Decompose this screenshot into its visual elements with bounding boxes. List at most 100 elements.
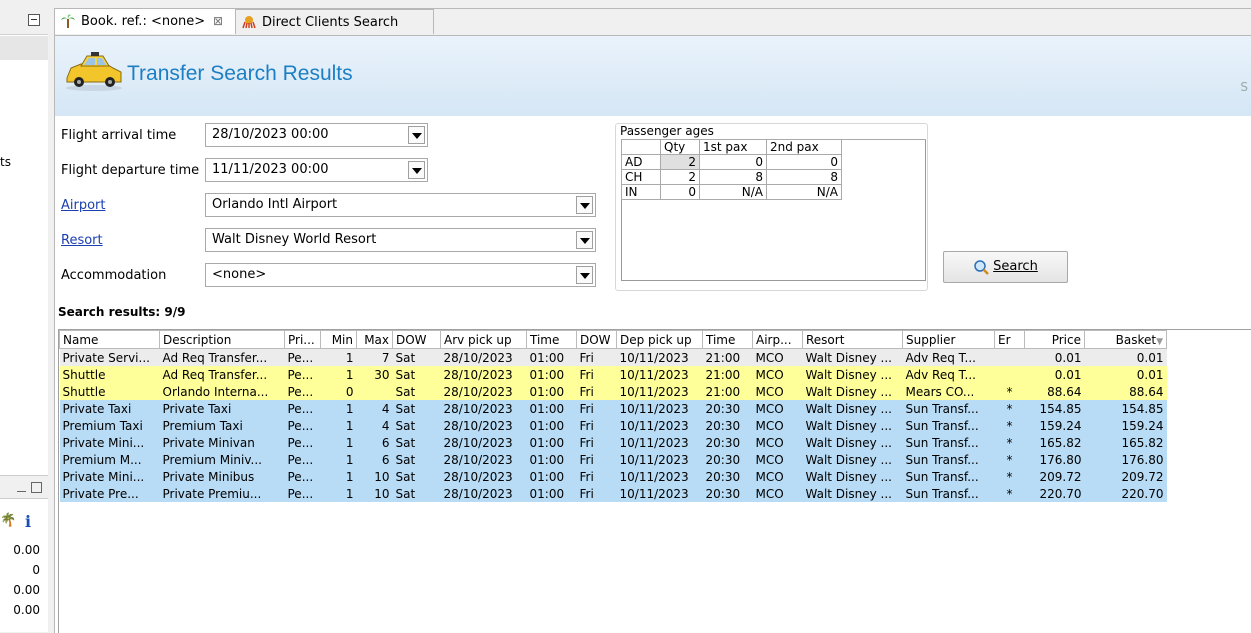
results-row[interactable]: Private Pre... Private Premiu... Pe... 1 10 S… bbox=[59, 485, 1167, 502]
results-column-header[interactable]: Arv pick up bbox=[440, 330, 527, 349]
flight-departure-label: Flight departure time bbox=[61, 163, 200, 178]
results-cell: 88.64 bbox=[1024, 383, 1085, 400]
results-cell: 88.64 bbox=[1084, 383, 1167, 400]
results-cell: Pe... bbox=[284, 348, 321, 366]
results-row[interactable]: Private Mini... Private Minibus Pe... 1 10 Sa… bbox=[59, 468, 1167, 485]
results-cell: MCO bbox=[752, 400, 803, 417]
results-row[interactable]: Premium Taxi Premium Taxi Pe... 1 4 Sat 28/10/… bbox=[59, 417, 1167, 434]
results-cell: 0.01 bbox=[1084, 348, 1167, 366]
results-column-header[interactable]: Name bbox=[59, 330, 160, 349]
results-cell: Pe... bbox=[284, 417, 321, 434]
results-cell: 01:00 bbox=[526, 348, 577, 366]
results-cell: Ad Req Transfer... bbox=[159, 366, 285, 383]
results-cell bbox=[994, 348, 1025, 366]
results-column-header[interactable]: Min bbox=[320, 330, 357, 349]
passenger-row[interactable]: AD 2 0 0 bbox=[621, 154, 927, 170]
maximize-icon[interactable] bbox=[31, 482, 42, 493]
results-cell: Walt Disney ... bbox=[802, 417, 903, 434]
left-value: 0.00 bbox=[13, 603, 40, 617]
results-cell: Pe... bbox=[284, 383, 321, 400]
left-values: 0.00 0 0.00 0.00 bbox=[13, 540, 40, 620]
passenger-age-2[interactable]: 8 bbox=[766, 169, 842, 185]
results-cell: * bbox=[994, 485, 1025, 502]
passenger-age-1[interactable]: N/A bbox=[699, 184, 767, 200]
results-cell: Fri bbox=[576, 485, 617, 502]
results-cell: 1 bbox=[320, 348, 357, 366]
results-column-header[interactable]: Basket▼ bbox=[1084, 330, 1167, 349]
resort-link[interactable]: Resort bbox=[61, 233, 103, 248]
results-cell: 10 bbox=[356, 485, 393, 502]
airport-select[interactable]: Orlando Intl Airport bbox=[205, 193, 596, 217]
results-column-header[interactable]: DOW bbox=[576, 330, 617, 349]
passenger-row[interactable]: IN 0 N/A N/A bbox=[621, 184, 927, 200]
flight-arrival-field[interactable]: 28/10/2023 00:00 bbox=[205, 123, 428, 147]
results-cell: 10/11/2023 bbox=[616, 383, 703, 400]
resort-select[interactable]: Walt Disney World Resort bbox=[205, 228, 596, 252]
passenger-row[interactable]: CH 2 8 8 bbox=[621, 169, 927, 185]
results-row[interactable]: Shuttle Ad Req Transfer... Pe... 1 30 Sat 28/1… bbox=[59, 366, 1167, 383]
results-column-header[interactable]: Er bbox=[994, 330, 1025, 349]
passenger-qty[interactable]: 2 bbox=[660, 169, 700, 185]
palm-tree-icon[interactable]: 🌴 bbox=[0, 514, 16, 528]
left-panel-selected-row[interactable] bbox=[0, 36, 48, 60]
results-cell: 6 bbox=[356, 451, 393, 468]
passenger-col-header: 2nd pax bbox=[766, 139, 842, 155]
results-cell: Sat bbox=[392, 348, 441, 366]
results-cell: 20:30 bbox=[702, 434, 753, 451]
dropdown-arrow-icon[interactable] bbox=[408, 161, 425, 179]
results-row[interactable]: Shuttle Orlando Interna... Pe... 0 Sat 28/10/… bbox=[59, 383, 1167, 400]
results-column-header[interactable]: Resort bbox=[802, 330, 903, 349]
results-cell: * bbox=[994, 383, 1025, 400]
results-cell: Private Mini... bbox=[59, 434, 160, 451]
results-row[interactable]: Private Taxi Private Taxi Pe... 1 4 Sat 28/10/… bbox=[59, 400, 1167, 417]
results-cell: Pe... bbox=[284, 400, 321, 417]
close-icon[interactable]: ⊠ bbox=[213, 9, 223, 34]
results-cell: MCO bbox=[752, 348, 803, 366]
info-icon[interactable]: i bbox=[25, 512, 31, 531]
results-cell: Fri bbox=[576, 400, 617, 417]
results-cell: 21:00 bbox=[702, 383, 753, 400]
results-cell: 10/11/2023 bbox=[616, 366, 703, 383]
dropdown-arrow-icon[interactable] bbox=[576, 231, 593, 249]
passenger-qty[interactable]: 2 bbox=[660, 154, 700, 170]
results-cell: 01:00 bbox=[526, 468, 577, 485]
results-column-header[interactable]: DOW bbox=[392, 330, 441, 349]
passenger-age-2[interactable]: N/A bbox=[766, 184, 842, 200]
results-column-header[interactable]: Time bbox=[702, 330, 753, 349]
results-cell: 209.72 bbox=[1084, 468, 1167, 485]
tab-direct-clients-search[interactable]: Direct Clients Search bbox=[236, 9, 434, 34]
results-cell: Sun Transf... bbox=[902, 451, 995, 468]
dropdown-arrow-icon[interactable] bbox=[576, 196, 593, 214]
minimize-icon[interactable] bbox=[28, 14, 40, 26]
dropdown-arrow-icon[interactable] bbox=[408, 126, 425, 144]
results-row[interactable]: Private Servi... Ad Req Transfer... Pe... 1… bbox=[59, 348, 1167, 366]
tab-booking[interactable]: Book. ref.: <none> ⊠ bbox=[55, 9, 236, 34]
passenger-age-1[interactable]: 0 bbox=[699, 154, 767, 170]
passenger-qty[interactable]: 0 bbox=[660, 184, 700, 200]
results-column-header[interactable]: Airp... bbox=[752, 330, 803, 349]
passenger-age-2[interactable]: 0 bbox=[766, 154, 842, 170]
results-row[interactable]: Private Mini... Private Minivan Pe... 1 6 Sat… bbox=[59, 434, 1167, 451]
results-column-header[interactable]: Price bbox=[1024, 330, 1085, 349]
results-cell: 10/11/2023 bbox=[616, 400, 703, 417]
results-cell: Fri bbox=[576, 451, 617, 468]
taxi-icon bbox=[66, 52, 122, 91]
results-cell: 01:00 bbox=[526, 383, 577, 400]
airport-link[interactable]: Airport bbox=[61, 198, 106, 213]
results-column-header[interactable]: Time bbox=[526, 330, 577, 349]
results-column-header[interactable]: Pri... bbox=[284, 330, 321, 349]
results-column-header[interactable]: Supplier bbox=[902, 330, 995, 349]
minimize-icon[interactable] bbox=[17, 482, 26, 492]
results-column-header[interactable]: Dep pick up bbox=[616, 330, 703, 349]
results-column-header[interactable]: Description bbox=[159, 330, 285, 349]
left-lower-toolbar bbox=[0, 475, 48, 499]
accommodation-select[interactable]: <none> bbox=[205, 263, 596, 287]
results-cell: 4 bbox=[356, 417, 393, 434]
results-column-header[interactable]: Max bbox=[356, 330, 393, 349]
flight-departure-field[interactable]: 11/11/2023 00:00 bbox=[205, 158, 428, 182]
search-button[interactable]: Search bbox=[943, 251, 1068, 283]
passenger-age-1[interactable]: 8 bbox=[699, 169, 767, 185]
results-row[interactable]: Premium M... Premium Miniv... Pe... 1 6 Sat 28… bbox=[59, 451, 1167, 468]
dropdown-arrow-icon[interactable] bbox=[576, 266, 593, 284]
results-cell: Sat bbox=[392, 468, 441, 485]
